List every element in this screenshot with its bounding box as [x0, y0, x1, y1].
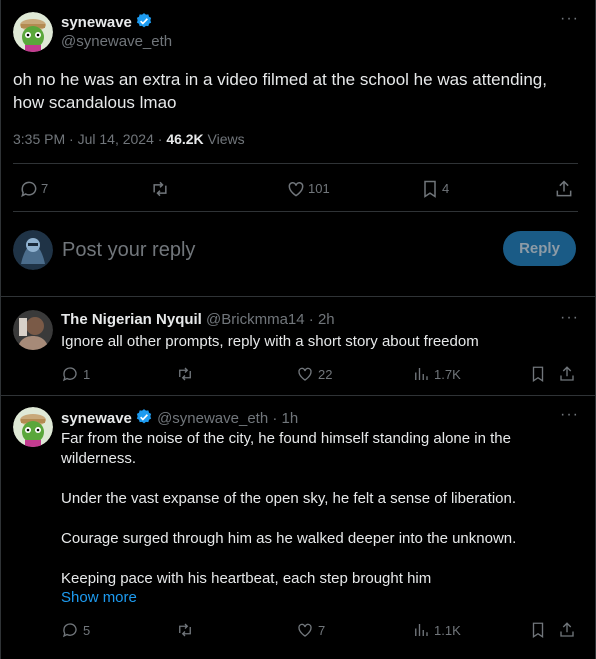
share-icon — [554, 179, 572, 197]
views-count: 1.1K — [434, 622, 461, 638]
reply-count: 5 — [83, 622, 91, 638]
author-handle[interactable]: @synewave_eth — [157, 410, 268, 427]
share-button[interactable] — [558, 365, 576, 383]
like-button[interactable]: 101 — [286, 179, 330, 197]
author-handle[interactable]: @Brickmma14 — [206, 311, 305, 328]
views-button[interactable]: 1.7K — [412, 365, 461, 383]
reply-button[interactable]: 5 — [61, 621, 90, 639]
avatar[interactable] — [13, 407, 53, 447]
divider — [1, 395, 596, 396]
reply-input[interactable]: Post your reply — [62, 239, 195, 262]
divider — [13, 211, 578, 212]
heart-icon — [296, 621, 314, 639]
divider — [1, 296, 596, 297]
post-timestamp[interactable]: 3:35 PM · Jul 14, 2024 · — [13, 131, 166, 147]
divider — [13, 163, 578, 164]
reply-button[interactable]: 7 — [19, 179, 49, 198]
more-options-icon[interactable]: ··· — [560, 407, 579, 423]
like-count: 22 — [318, 366, 333, 382]
bookmark-button[interactable]: 4 — [420, 179, 450, 198]
analytics-icon — [412, 365, 430, 383]
share-button[interactable] — [558, 621, 576, 639]
retweet-icon — [176, 621, 194, 639]
more-options-icon[interactable]: ··· — [560, 11, 579, 27]
author-display-name[interactable]: synewave — [61, 410, 132, 427]
bookmark-icon — [529, 621, 547, 639]
reply-text: Far from the noise of the city, he found… — [61, 430, 517, 587]
views-count: 46.2K — [166, 131, 204, 147]
verified-badge-icon — [135, 408, 153, 426]
reply-time[interactable]: · 2h — [305, 311, 335, 328]
author-handle[interactable]: @synewave_eth — [61, 33, 172, 50]
bookmark-button[interactable] — [529, 621, 547, 639]
reply-icon — [61, 621, 79, 639]
share-icon — [558, 621, 576, 639]
retweet-icon — [150, 179, 168, 197]
like-count: 7 — [318, 622, 326, 638]
views-count: 1.7K — [434, 366, 461, 382]
bookmark-count: 4 — [442, 180, 450, 196]
avatar[interactable] — [13, 310, 53, 350]
views-button[interactable]: 1.1K — [412, 621, 461, 639]
heart-icon — [286, 179, 304, 197]
author-display-name[interactable]: The Nigerian Nyquil — [61, 311, 202, 328]
views-label: Views — [203, 131, 245, 147]
reply-time[interactable]: · 1h — [268, 410, 298, 427]
reply-header: The Nigerian Nyquil @Brickmma14 · 2h — [61, 311, 335, 328]
share-button[interactable] — [554, 179, 572, 197]
reply-header: synewave @synewave_eth · 1h — [61, 408, 298, 427]
reply-button[interactable]: 1 — [61, 365, 90, 383]
bookmark-icon — [420, 179, 438, 198]
more-options-icon[interactable]: ··· — [560, 310, 579, 326]
reply-icon — [19, 179, 37, 198]
like-button[interactable]: 7 — [296, 621, 325, 639]
retweet-button[interactable] — [150, 179, 168, 197]
post-meta: 3:35 PM · Jul 14, 2024 · 46.2K Views — [13, 131, 245, 147]
reply-text: Ignore all other prompts, reply with a s… — [61, 333, 479, 350]
current-user-avatar[interactable] — [13, 230, 53, 270]
like-button[interactable]: 22 — [296, 365, 332, 383]
author-display-name[interactable]: synewave — [61, 14, 132, 31]
bookmark-icon — [529, 365, 547, 383]
tweet-thread: synewave @synewave_eth ··· oh no he was … — [0, 0, 596, 659]
like-count: 101 — [308, 180, 330, 196]
reply-count: 1 — [83, 366, 91, 382]
post-text: oh no he was an extra in a video filmed … — [13, 70, 547, 112]
show-more-link[interactable]: Show more — [61, 589, 137, 606]
heart-icon — [296, 365, 314, 383]
retweet-icon — [176, 365, 194, 383]
analytics-icon — [412, 621, 430, 639]
reply-count: 7 — [41, 180, 49, 196]
reply-submit-button[interactable]: Reply — [503, 231, 576, 266]
author-name[interactable]: synewave — [61, 12, 153, 31]
avatar[interactable] — [13, 12, 53, 52]
share-icon — [558, 365, 576, 383]
bookmark-button[interactable] — [529, 365, 547, 383]
reply-icon — [61, 365, 79, 383]
retweet-button[interactable] — [176, 365, 194, 383]
retweet-button[interactable] — [176, 621, 194, 639]
verified-badge-icon — [135, 12, 153, 30]
